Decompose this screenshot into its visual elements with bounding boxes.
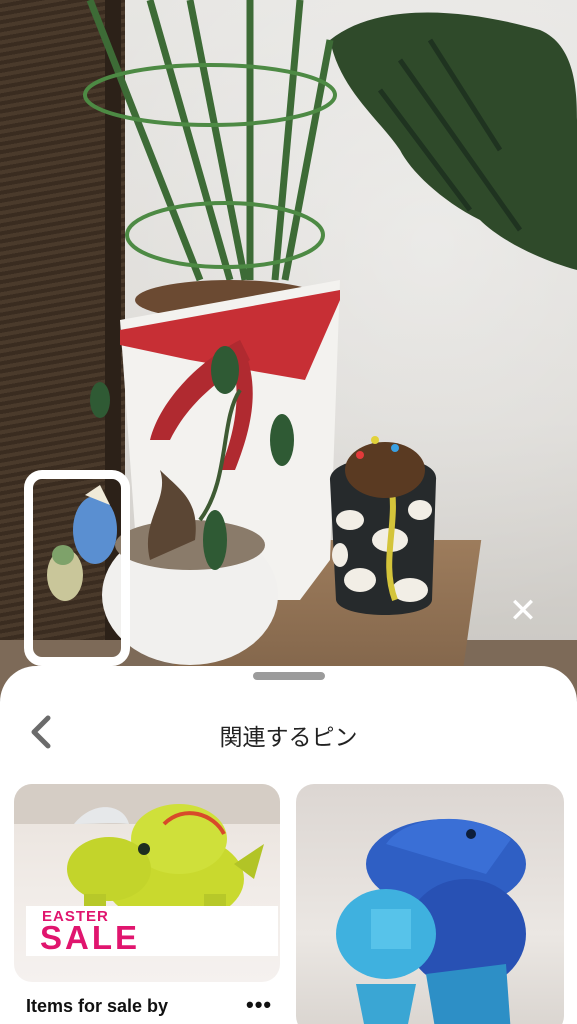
sale-banner: EASTER SALE — [26, 906, 278, 956]
more-dots-icon: ••• — [246, 992, 273, 1017]
pin-card[interactable] — [296, 784, 564, 1024]
sheet-title: 関連するピン — [219, 725, 358, 751]
pin-card[interactable]: EASTER SALE — [14, 784, 280, 982]
pin-image — [336, 818, 526, 1024]
crop-selection-frame[interactable] — [24, 470, 130, 666]
pin-caption[interactable]: Items for sale by — [26, 996, 168, 1017]
sheet-drag-handle[interactable] — [253, 672, 325, 680]
close-button[interactable]: ✕ — [506, 594, 540, 628]
more-options-button[interactable]: ••• — [246, 992, 272, 1018]
camera-photo: ✕ — [0, 0, 577, 700]
sale-banner-main: SALE — [40, 919, 141, 956]
related-pins-sheet: 関連するピン EASTER SALE Items for sale by ••• — [0, 666, 577, 1024]
close-icon: ✕ — [508, 592, 538, 630]
